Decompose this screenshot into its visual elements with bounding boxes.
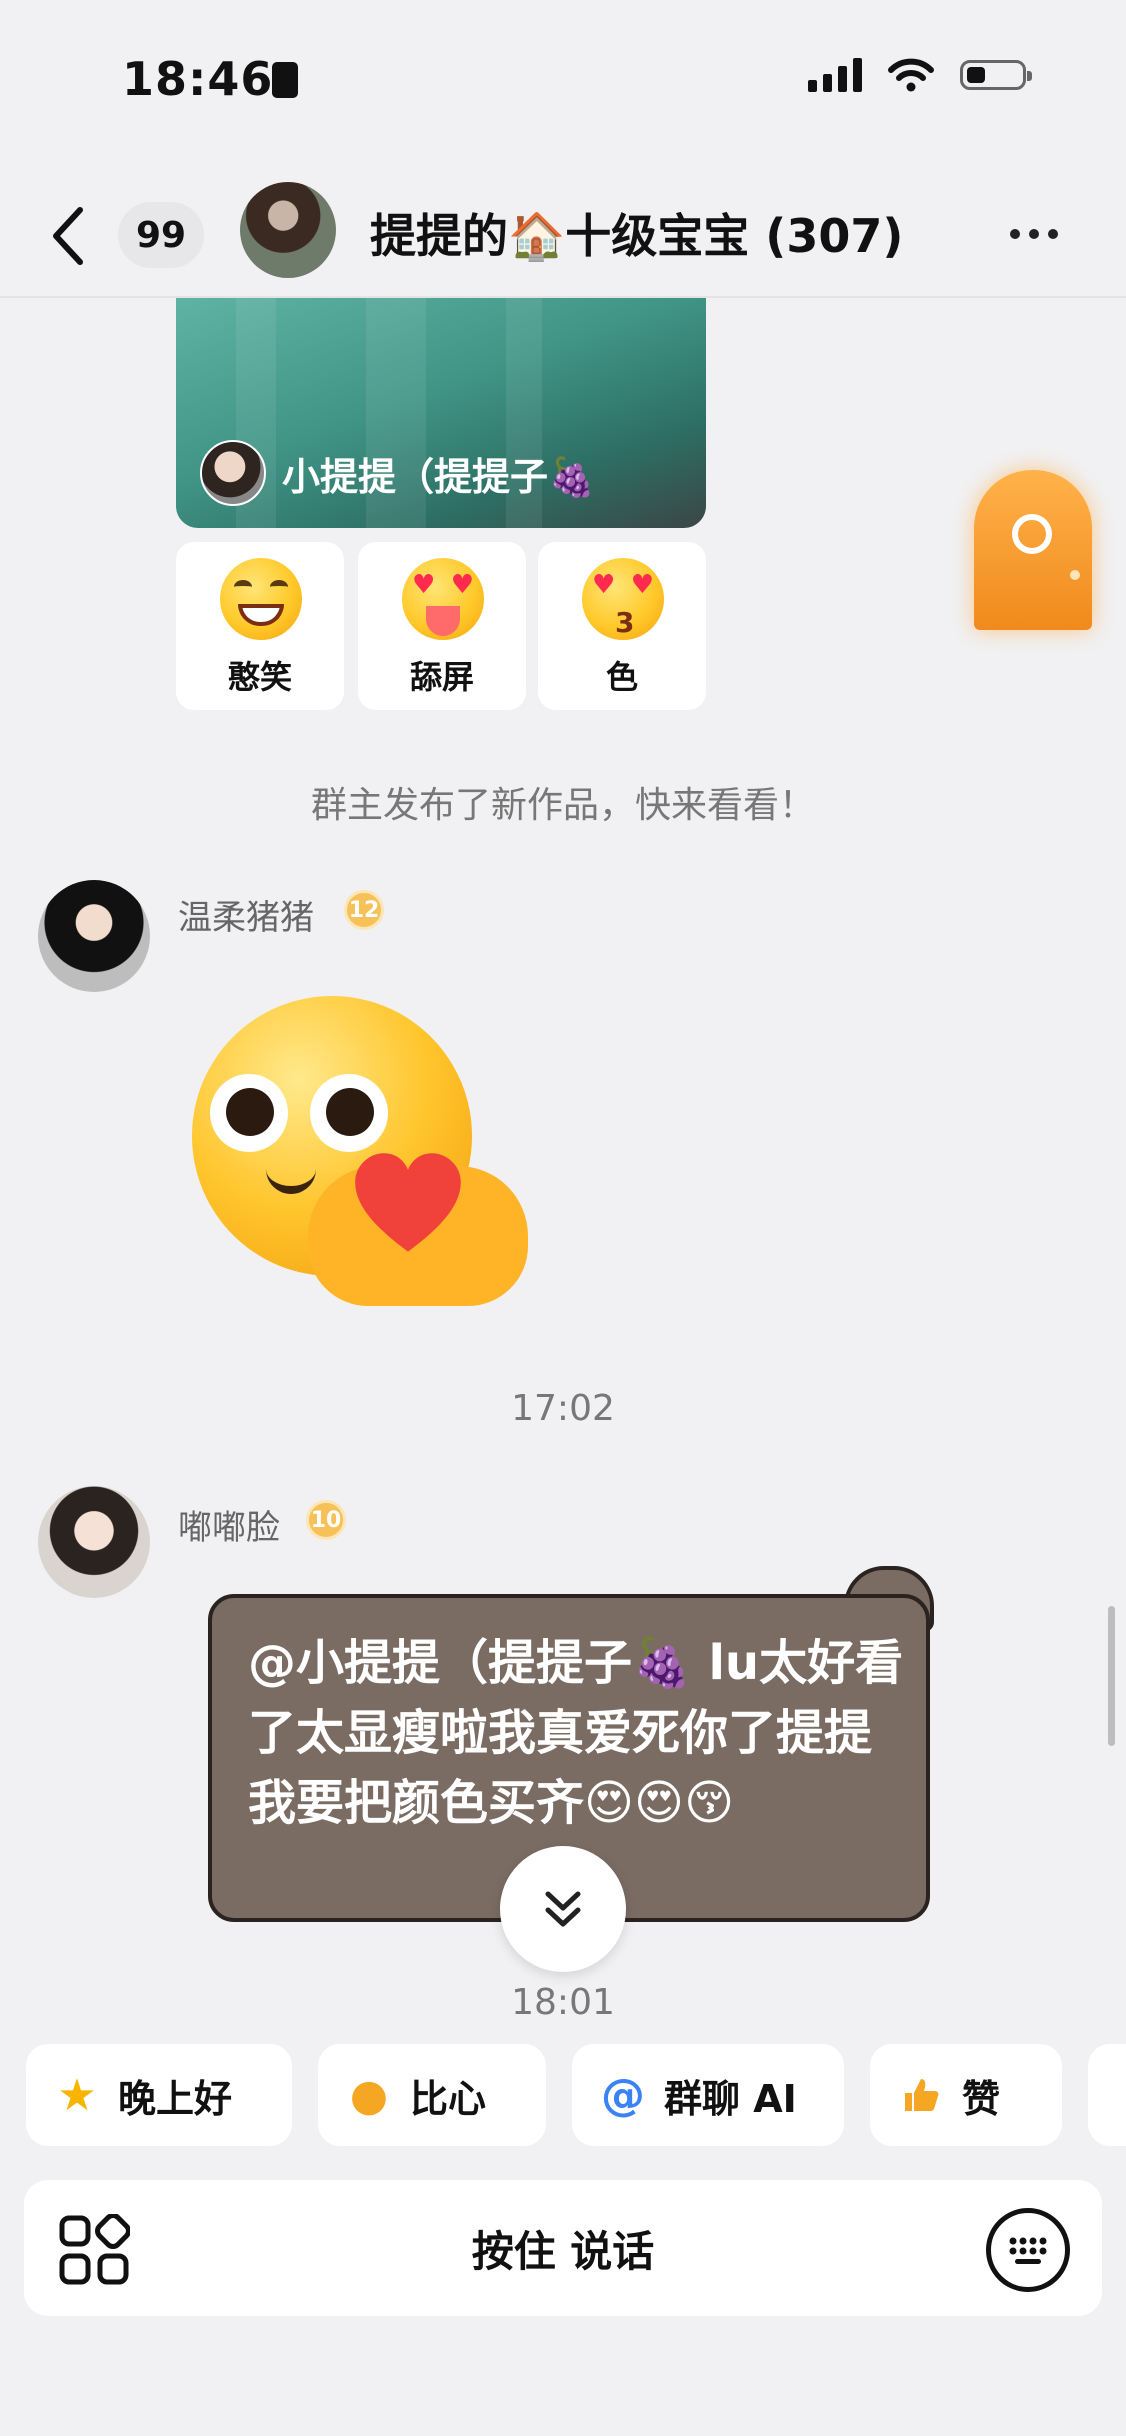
- group-avatar[interactable]: [240, 182, 336, 278]
- scrollbar[interactable]: [1108, 1606, 1115, 1746]
- more-options-button[interactable]: [1010, 214, 1074, 254]
- reaction-button-grin[interactable]: 憨笑: [176, 542, 344, 710]
- reaction-label: 色: [605, 658, 638, 696]
- heart-eyes-kiss-emoji-icon: ♥ ♥ 3: [582, 558, 664, 640]
- input-bar: 按住 说话: [24, 2180, 1102, 2316]
- grin-emoji-icon: [220, 558, 302, 640]
- star-face-icon: ★: [57, 2069, 97, 2121]
- sender-name: 温柔猪猪: [178, 898, 314, 938]
- keyboard-icon[interactable]: [986, 2208, 1070, 2292]
- quick-reply-partial[interactable]: [1088, 2044, 1126, 2146]
- wifi-icon: [888, 58, 934, 92]
- thumbs-up-icon: [894, 2068, 948, 2122]
- status-lock-icon: [272, 62, 298, 98]
- level-badge: 12: [344, 890, 384, 930]
- reaction-button-lick-screen[interactable]: ♥ ♥ 舔屏: [358, 542, 526, 710]
- door-floating-icon[interactable]: [974, 470, 1092, 630]
- cellular-signal-icon: [808, 58, 862, 92]
- at-sign-icon: @: [601, 2069, 645, 2121]
- quick-reply-like[interactable]: 赞: [870, 2044, 1062, 2146]
- quick-reply-label: 赞: [962, 2076, 1001, 2121]
- status-time: 18:46: [122, 52, 274, 106]
- level-badge: 10: [306, 1500, 346, 1540]
- reaction-button-lust[interactable]: ♥ ♥ 3 色: [538, 542, 706, 710]
- avatar[interactable]: [38, 880, 150, 992]
- scroll-to-bottom-button[interactable]: [500, 1846, 626, 1972]
- group-title[interactable]: 提提的🏠十级宝宝 (307): [370, 200, 903, 266]
- quick-reply-label: 比心: [410, 2076, 487, 2121]
- hold-to-talk-button[interactable]: 按住 说话: [24, 2180, 1102, 2316]
- unread-count-badge[interactable]: 99: [118, 202, 204, 268]
- finger-heart-icon: ●: [349, 2069, 389, 2121]
- post-author-name: 小提提（提提子🍇: [282, 455, 596, 499]
- heart-hands-emoji-sticker[interactable]: [188, 996, 548, 1316]
- heart-eyes-tongue-emoji-icon: ♥ ♥: [402, 558, 484, 640]
- reaction-label: 舔屏: [409, 658, 474, 696]
- post-author-avatar: [200, 440, 266, 506]
- quick-reply-group-ai[interactable]: @ 群聊 AI: [572, 2044, 844, 2146]
- heart-icon: [355, 1153, 461, 1252]
- message-text: @小提提（提提子🍇 lu太好看了太显瘦啦我真爱死你了提提 我要把颜色买齐😍😍😚: [248, 1635, 904, 1831]
- quick-reply-finger-heart[interactable]: ● 比心: [318, 2044, 546, 2146]
- timestamp: 17:02: [511, 1388, 615, 1429]
- shared-post-card[interactable]: 小提提（提提子🍇: [176, 298, 706, 528]
- avatar[interactable]: [38, 1486, 150, 1598]
- quick-reply-good-evening[interactable]: ★ 晚上好: [26, 2044, 292, 2146]
- status-icons: [808, 58, 1032, 92]
- battery-icon: [960, 60, 1032, 90]
- system-notice: 群主发布了新作品，快来看看！: [310, 785, 815, 826]
- chat-header: 99 提提的🏠十级宝宝 (307): [0, 178, 1126, 298]
- double-chevron-down-icon: [545, 1891, 581, 1927]
- apps-grid-icon[interactable]: [58, 2214, 130, 2286]
- quick-reply-label: 晚上好: [118, 2076, 233, 2121]
- sender-name: 嘟嘟脸: [178, 1508, 280, 1548]
- quick-reply-label: 群聊 AI: [664, 2076, 797, 2121]
- back-button[interactable]: [40, 196, 100, 276]
- reaction-label: 憨笑: [227, 658, 292, 696]
- timestamp: 18:01: [511, 1982, 615, 2023]
